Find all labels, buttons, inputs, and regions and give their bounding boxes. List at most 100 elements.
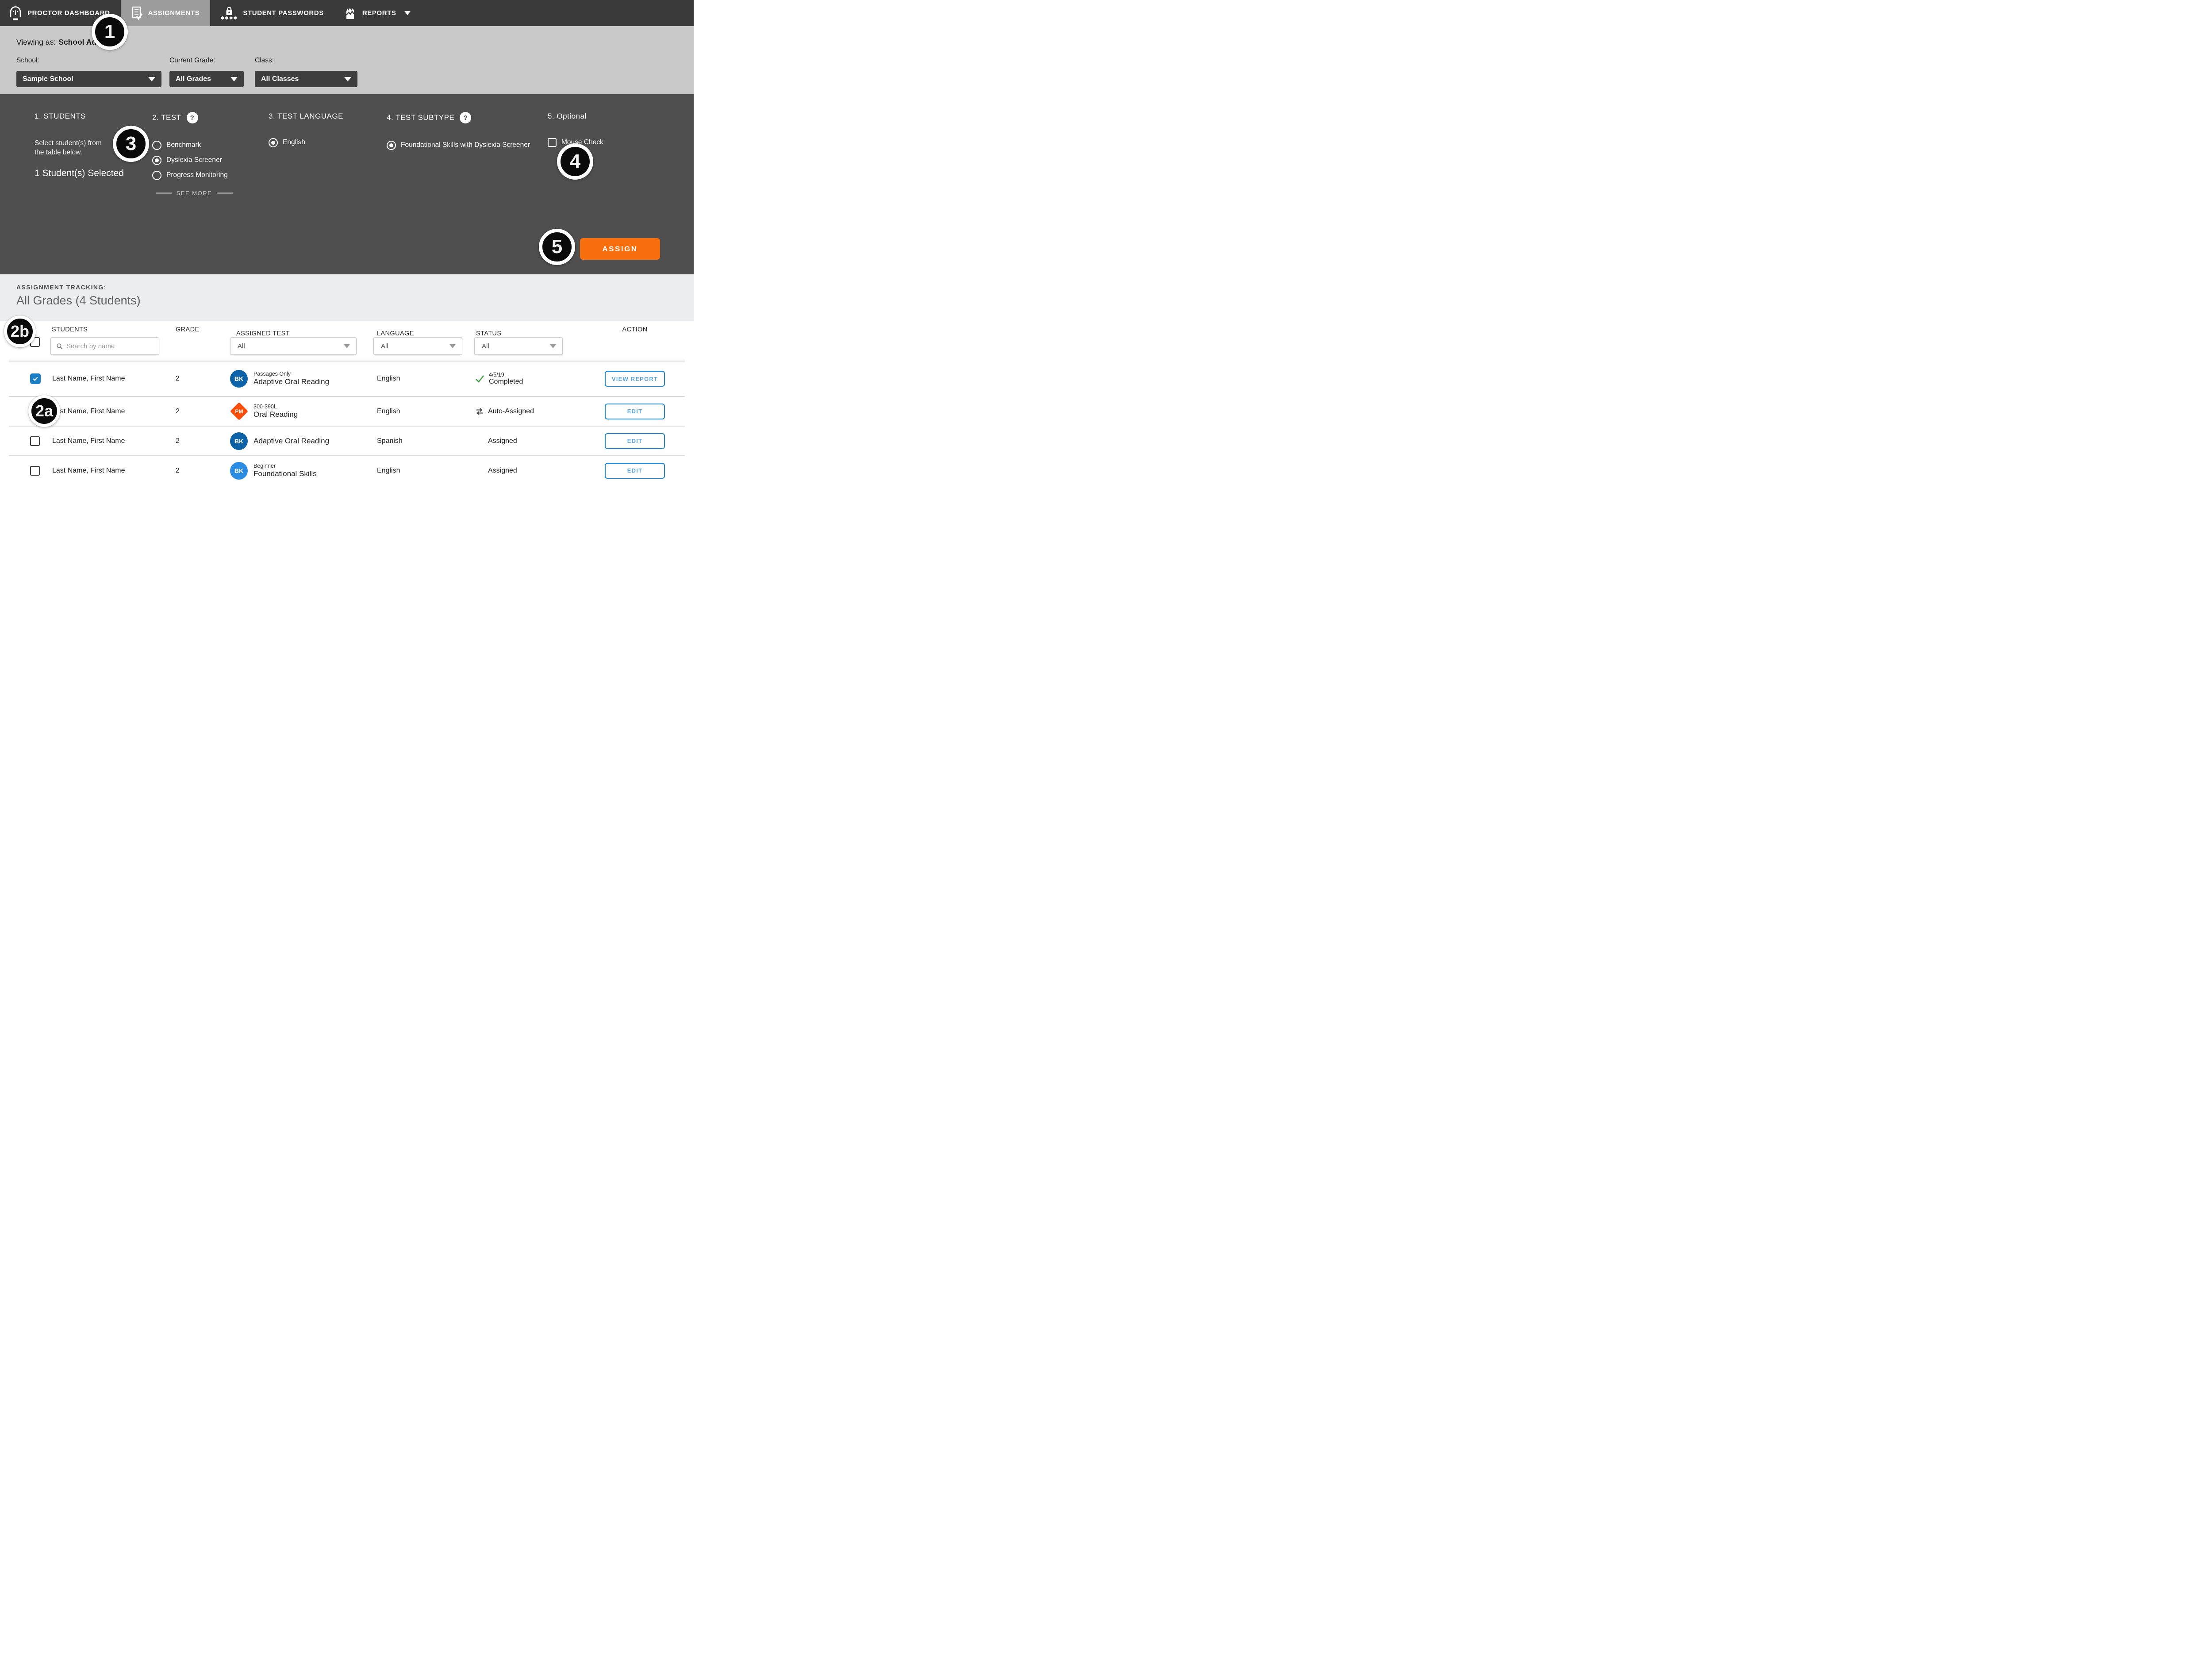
- filter-value: All: [238, 342, 245, 350]
- assigned-test-cell: BK Beginner Foundational Skills: [230, 462, 373, 480]
- callout-badge-2a: 2a: [28, 395, 60, 427]
- table-row: Last Name, First Name 2 BK Beginner Foun…: [9, 455, 685, 485]
- optional-title: 5. Optional: [548, 112, 603, 121]
- radio-icon: [152, 171, 161, 180]
- view-report-button[interactable]: VIEW REPORT: [605, 371, 665, 387]
- class-filter-group: Class: All Classes: [255, 57, 357, 87]
- see-more-link[interactable]: SEE MORE: [152, 190, 236, 196]
- test-subtitle: 300-390L: [253, 404, 298, 410]
- repeat-icon: [475, 407, 484, 416]
- table-filter-row: All All All: [9, 337, 685, 361]
- tab-reports[interactable]: REPORTS: [334, 0, 421, 26]
- callout-badge-2b: 2b: [4, 315, 36, 347]
- test-subtitle: Beginner: [253, 463, 317, 469]
- callout-badge-1: 1: [92, 14, 128, 50]
- tab-assignments[interactable]: ASSIGNMENTS: [121, 0, 211, 26]
- tab-label: REPORTS: [362, 9, 396, 17]
- test-title: 2. TEST: [152, 113, 181, 122]
- grade-value: 2: [174, 375, 230, 383]
- search-box: [50, 337, 159, 355]
- col-status: STATUS: [472, 330, 571, 337]
- assigned-test-cell: BK Passages Only Adaptive Oral Reading: [230, 370, 373, 388]
- school-select[interactable]: Sample School: [16, 71, 161, 87]
- subtype-title: 4. TEST SUBTYPE: [387, 113, 454, 122]
- col-students: STUDENTS: [50, 326, 174, 333]
- status-cell: Assigned: [472, 437, 571, 445]
- student-name: Last Name, First Name: [50, 467, 174, 475]
- row-checkbox-checked[interactable]: [30, 373, 41, 384]
- students-selected-count: 1 Student(s) Selected: [35, 168, 124, 179]
- grade-value: 2: [174, 467, 230, 475]
- grade-value: 2: [174, 437, 230, 445]
- chevron-down-icon: [404, 11, 411, 15]
- radio-dyslexia-screener[interactable]: Dyslexia Screener: [152, 155, 236, 165]
- assigned-test-cell: BK Adaptive Oral Reading: [230, 432, 373, 450]
- row-checkbox[interactable]: [30, 466, 40, 476]
- help-icon[interactable]: ?: [187, 112, 198, 123]
- chevron-down-icon: [230, 77, 238, 81]
- test-name: Adaptive Oral Reading: [253, 436, 329, 446]
- class-select[interactable]: All Classes: [255, 71, 357, 87]
- status-cell: Assigned: [472, 467, 571, 475]
- status-value: Assigned: [488, 437, 517, 445]
- radio-icon: [152, 141, 161, 150]
- current-grade-label: Current Grade:: [169, 57, 244, 65]
- edit-button[interactable]: EDIT: [605, 404, 665, 419]
- status-value: Auto-Assigned: [488, 408, 534, 415]
- test-name: Foundational Skills: [253, 469, 317, 478]
- class-select-value: All Classes: [261, 75, 299, 83]
- checkbox-icon: [548, 138, 557, 147]
- table-row: Last Name, First Name 2 BK Passages Only…: [9, 361, 685, 396]
- status-cell: 4/5/19 Completed: [472, 372, 571, 386]
- benchmark-badge: BK: [230, 432, 248, 450]
- radio-english[interactable]: English: [269, 138, 343, 147]
- status-value: Completed: [489, 378, 523, 386]
- see-more-label: SEE MORE: [177, 190, 212, 196]
- help-icon[interactable]: ?: [460, 112, 471, 123]
- radio-label: Foundational Skills with Dyslexia Screen…: [401, 141, 530, 149]
- status-value: Assigned: [488, 467, 517, 475]
- tab-student-passwords[interactable]: ✱✱✱✱ STUDENT PASSWORDS: [210, 0, 334, 26]
- radio-foundational-skills[interactable]: Foundational Skills with Dyslexia Screen…: [387, 140, 530, 150]
- col-language: LANGUAGE: [373, 330, 472, 337]
- callout-badge-5: 5: [539, 229, 575, 265]
- filter-value: All: [482, 342, 489, 350]
- school-select-value: Sample School: [23, 75, 73, 83]
- school-filter-group: School: Sample School: [16, 57, 161, 87]
- assignment-tracking-header: ASSIGNMENT TRACKING: All Grades (4 Stude…: [0, 274, 694, 321]
- language-filter[interactable]: All: [373, 337, 462, 355]
- edit-button[interactable]: EDIT: [605, 433, 665, 449]
- assign-button[interactable]: ASSIGN: [580, 238, 660, 260]
- col-grade: GRADE: [174, 326, 230, 333]
- students-title: 1. STUDENTS: [35, 112, 124, 121]
- assigned-test-filter[interactable]: All: [230, 337, 357, 355]
- chevron-down-icon: [550, 344, 556, 348]
- language-value: English: [373, 408, 472, 415]
- grade-select[interactable]: All Grades: [169, 71, 244, 87]
- table-header-row: STUDENTS GRADE ASSIGNED TEST LANGUAGE ST…: [9, 321, 685, 337]
- tab-label: STUDENT PASSWORDS: [243, 9, 323, 17]
- clipboard-check-icon: [131, 6, 143, 20]
- radio-progress-monitoring[interactable]: Progress Monitoring: [152, 170, 236, 180]
- step-language-section: 3. TEST LANGUAGE English: [269, 112, 343, 153]
- status-filter[interactable]: All: [474, 337, 563, 355]
- proctor-assignments-page: PROCTOR DASHBOARD ASSIGNMENTS: [0, 0, 694, 489]
- radio-label: Benchmark: [166, 141, 201, 149]
- benchmark-badge: BK: [230, 370, 248, 388]
- gauge-icon: [9, 6, 22, 20]
- tab-label: PROCTOR DASHBOARD: [27, 9, 110, 17]
- lock-icon: ✱✱✱✱: [221, 6, 238, 20]
- search-input[interactable]: [66, 342, 154, 350]
- row-checkbox[interactable]: [30, 436, 40, 446]
- tracking-title: All Grades (4 Students): [16, 294, 141, 308]
- tracking-label: ASSIGNMENT TRACKING:: [16, 284, 107, 291]
- edit-button[interactable]: EDIT: [605, 463, 665, 479]
- filter-value: All: [381, 342, 388, 350]
- student-name: Last Name, First Name: [50, 408, 174, 415]
- language-value: English: [373, 467, 472, 475]
- radio-benchmark[interactable]: Benchmark: [152, 140, 236, 150]
- tab-label: ASSIGNMENTS: [148, 9, 200, 17]
- step-subtype-section: 4. TEST SUBTYPE ? Foundational Skills wi…: [387, 112, 530, 155]
- table-row: Last Name, First Name 2 PM 300-390L Oral…: [9, 396, 685, 426]
- benchmark-badge: BK: [230, 462, 248, 480]
